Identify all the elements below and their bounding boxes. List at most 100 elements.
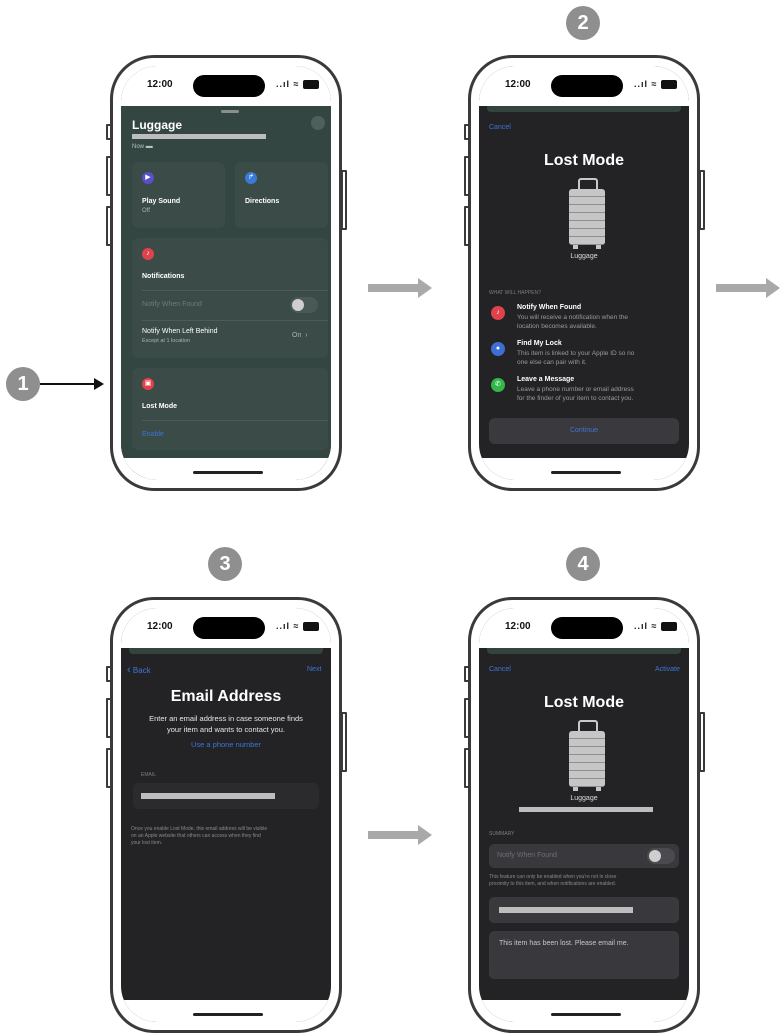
item-title: Luggage [132,118,182,132]
contact-field[interactable] [489,897,679,923]
status-bar: 12:00 ..ıl ≈ [121,608,331,648]
step-badge-1: 1 [6,367,40,401]
phone-frame-2: 12:00 ..ıl ≈ Cancel Lost Mode Luggage WH… [468,55,700,491]
notify-when-found-toggle[interactable] [647,848,675,864]
home-indicator[interactable] [193,471,263,474]
notify-when-found-toggle[interactable] [290,297,318,313]
feature-title-2: Find My Lock [517,340,562,347]
sheet-behind [487,648,681,654]
screen-2: 12:00 ..ıl ≈ Cancel Lost Mode Luggage WH… [479,66,689,480]
summary-header: SUMMARY [489,831,515,837]
dynamic-island [551,617,623,639]
lock-icon: ▣ [142,378,154,390]
lost-mode-intro-sheet: Cancel Lost Mode Luggage WHAT WILL HAPPE… [479,106,689,458]
play-sound-card[interactable]: ▶ Play Sound Off [132,162,225,228]
signal-wifi-battery-icon: ..ıl ≈ [276,621,319,632]
luggage-icon [569,178,605,250]
home-area [121,458,331,480]
dynamic-island [193,75,265,97]
play-icon: ▶ [142,172,154,184]
home-area [121,1000,331,1022]
continue-button[interactable]: Continue [489,418,679,444]
divider [142,290,328,291]
divider [142,320,328,321]
bell-icon: ♪ [491,306,505,320]
section-header: WHAT WILL HAPPEN? [489,290,541,296]
email-label: EMAIL [141,772,157,778]
dynamic-island [193,617,265,639]
item-subtitle: Now ▬ [132,143,153,150]
directions-card[interactable]: ↱ Directions [235,162,328,228]
close-icon[interactable] [311,116,325,130]
home-indicator[interactable] [551,471,621,474]
notifications-title: Notifications [142,273,185,280]
notifications-card: ♪ Notifications Notify When Found Notify… [132,238,328,358]
screen-1: 12:00 ..ıl ≈ Luggage Now ▬ ▶ Play Sound … [121,66,331,480]
step-badge-2: 2 [566,6,600,40]
feature-desc-1b: location becomes available. [517,323,597,330]
left-behind-value[interactable]: On › [292,332,308,339]
page-title: Email Address [170,688,282,705]
directions-label: Directions [245,198,280,205]
email-field[interactable] [133,783,319,809]
sheet-behind [129,648,323,654]
status-time: 12:00 [505,621,531,632]
description-line-1: Enter an email address in case someone f… [149,714,303,723]
screen-4: 12:00 ..ıl ≈ Cancel Activate Lost Mode L… [479,608,689,1022]
home-area [479,1000,689,1022]
person-icon: ● [491,342,505,356]
message-field[interactable]: This item has been lost. Please email me… [489,931,679,979]
cancel-button[interactable]: Cancel [489,124,511,131]
cancel-button[interactable]: Cancel [489,666,511,673]
feature-desc-3a: Leave a phone number or email address [517,386,634,393]
activate-button[interactable]: Activate [655,666,680,673]
item-address-redacted [519,807,653,812]
visibility-note-2: on an Apple website that others can acce… [131,833,261,839]
sheet-grabber[interactable] [221,110,239,113]
lost-mode-summary-sheet: Cancel Activate Lost Mode Luggage SUMMAR… [479,648,689,1000]
battery-icon: ▬ [145,143,153,150]
item-name: Luggage [570,253,598,260]
home-indicator[interactable] [193,1013,263,1016]
phone-icon: ✆ [491,378,505,392]
divider [142,420,328,421]
flow-arrow-3 [368,825,432,845]
pointer-arrow-head [94,378,104,390]
step-badge-4: 4 [566,547,600,581]
feature-title-1: Notify When Found [517,304,582,311]
dynamic-island [551,75,623,97]
status-time: 12:00 [147,621,173,632]
feature-title-3: Leave a Message [517,376,575,383]
home-area [479,458,689,480]
signal-wifi-battery-icon: ..ıl ≈ [634,621,677,632]
step-badge-3: 3 [208,547,242,581]
notify-when-found-row: Notify When Found [489,844,679,868]
status-bar: 12:00 ..ıl ≈ [121,66,331,106]
screen-3: 12:00 ..ıl ≈ ‹ Back Next Email Address E… [121,608,331,1022]
back-chevron-icon: ‹ [127,664,131,676]
feature-desc-2a: This item is linked to your Apple ID so … [517,350,635,357]
feature-desc-3b: for the finder of your item to contact y… [517,395,634,402]
notify-when-found-label: Notify When Found [142,301,202,308]
status-time: 12:00 [147,79,173,90]
luggage-icon [569,720,605,792]
lost-mode-title: Lost Mode [142,403,177,410]
phone-frame-3: 12:00 ..ıl ≈ ‹ Back Next Email Address E… [110,597,342,1033]
next-button[interactable]: Next [307,666,321,673]
status-time: 12:00 [505,79,531,90]
lost-mode-enable-link[interactable]: Enable [142,431,164,438]
item-name: Luggage [570,795,598,802]
feature-desc-2b: one else can pair with it. [517,359,587,366]
visibility-note-3: your lost item. [131,840,163,846]
signal-wifi-battery-icon: ..ıl ≈ [634,79,677,90]
proximity-note-1: This feature can only be enabled when yo… [489,874,617,880]
play-sound-sub: Off [142,208,150,214]
use-phone-number-link[interactable]: Use a phone number [121,740,331,749]
pointer-arrow [40,383,94,385]
status-bar: 12:00 ..ıl ≈ [479,66,689,106]
back-button[interactable]: ‹ Back [127,664,151,676]
home-indicator[interactable] [551,1013,621,1016]
notify-when-found-label: Notify When Found [497,852,557,859]
left-behind-label[interactable]: Notify When Left Behind [142,328,218,335]
page-title: Lost Mode [544,694,624,711]
